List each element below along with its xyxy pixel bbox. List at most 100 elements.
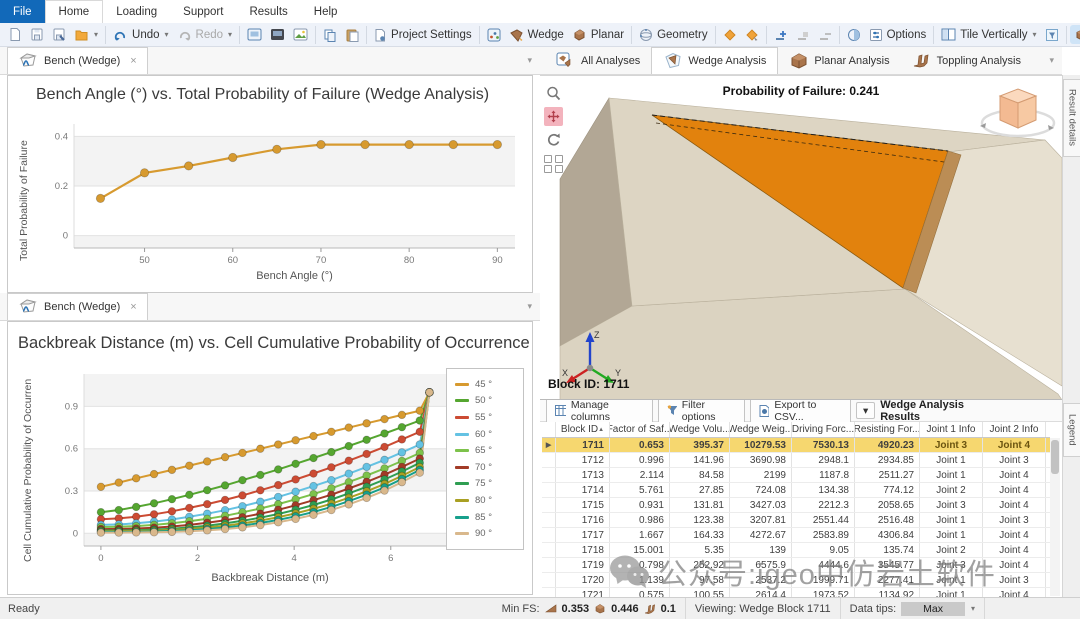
cell[interactable]: 1711: [556, 438, 610, 452]
view-corner-buttons[interactable]: [544, 155, 564, 173]
zoom-tool-button[interactable]: [544, 84, 563, 103]
export-options-chevron[interactable]: ▾: [856, 402, 875, 419]
data-tips-select[interactable]: Max: [901, 602, 965, 616]
cell[interactable]: 3690.98: [730, 453, 792, 467]
planar-button[interactable]: Planar: [568, 26, 628, 44]
cell[interactable]: 6575.9: [730, 558, 792, 572]
cell[interactable]: 1714: [556, 483, 610, 497]
cell[interactable]: 2614.4: [730, 588, 792, 597]
column-header-1[interactable]: Block ID ▲: [556, 422, 610, 437]
cell[interactable]: 724.08: [730, 483, 792, 497]
cell[interactable]: 4920.23: [855, 438, 920, 452]
cell[interactable]: Joint 2: [920, 483, 983, 497]
cell[interactable]: 4444.6: [792, 558, 855, 572]
table-row-1721[interactable]: 17210.575100.552614.41973.521134.92Joint…: [542, 588, 1050, 597]
cell[interactable]: 135.74: [855, 543, 920, 557]
tile-vertically-button[interactable]: Tile Vertically▾: [937, 26, 1040, 43]
wedge-button[interactable]: Wedge: [505, 26, 568, 44]
redo-button[interactable]: Redo▾: [173, 26, 237, 44]
cell[interactable]: 1720: [556, 573, 610, 587]
cell[interactable]: Joint 4: [983, 483, 1046, 497]
table-row-1715[interactable]: 17150.931131.813427.032212.32058.65Joint…: [542, 498, 1050, 513]
cell[interactable]: Joint 3: [920, 438, 983, 452]
table-row-1719[interactable]: 17190.798252.926575.94444.63545.77Joint …: [542, 558, 1050, 573]
add-joint-button[interactable]: [770, 26, 792, 44]
cell[interactable]: Joint 1: [920, 453, 983, 467]
chevron-down-icon[interactable]: ▾: [971, 604, 975, 613]
paste-button[interactable]: [341, 26, 363, 44]
cell[interactable]: 2583.89: [792, 528, 855, 542]
tab-planar-analysis[interactable]: Planar Analysis: [778, 47, 900, 74]
cell[interactable]: Joint 4: [983, 588, 1046, 597]
wedge-results-table[interactable]: Block ID ▲Factor of Saf...Wedge Volu...W…: [542, 422, 1050, 597]
table-row-1714[interactable]: 17145.76127.85724.08134.38774.12Joint 2J…: [542, 483, 1050, 498]
cell[interactable]: Joint 4: [983, 468, 1046, 482]
cell[interactable]: 27.85: [670, 483, 730, 497]
undo-button[interactable]: Undo▾: [109, 26, 173, 44]
column-header-8[interactable]: Joint 2 Info: [983, 422, 1046, 437]
table-row-1717[interactable]: 17171.667164.334272.672583.894306.84Join…: [542, 528, 1050, 543]
new-file-button[interactable]: [4, 25, 26, 44]
image-export-button[interactable]: [289, 26, 312, 43]
menu-home[interactable]: Home: [45, 0, 104, 23]
cell[interactable]: 141.96: [670, 453, 730, 467]
cell[interactable]: Joint 1: [920, 468, 983, 482]
legend-item[interactable]: 75 °: [455, 476, 515, 493]
cell[interactable]: 1134.92: [855, 588, 920, 597]
legend-item[interactable]: 55 °: [455, 409, 515, 426]
cell[interactable]: 5.35: [670, 543, 730, 557]
cell[interactable]: 2058.65: [855, 498, 920, 512]
cell[interactable]: 9.05: [792, 543, 855, 557]
cell[interactable]: 774.12: [855, 483, 920, 497]
close-icon[interactable]: ×: [130, 301, 136, 313]
project-settings-button[interactable]: Project Settings: [370, 26, 476, 44]
result-details-tab[interactable]: Result details: [1063, 79, 1080, 157]
scatter-analysis-button[interactable]: [483, 26, 505, 44]
cell[interactable]: 1999.71: [792, 573, 855, 587]
legend-item[interactable]: 45 °: [455, 376, 515, 393]
presentation-button[interactable]: [266, 26, 289, 43]
column-header-4[interactable]: Wedge Weig...: [730, 422, 792, 437]
chart2-plot[interactable]: 00.30.60.90246Backbreak Distance (m): [34, 364, 464, 586]
menu-help[interactable]: Help: [301, 0, 351, 23]
cell[interactable]: 131.81: [670, 498, 730, 512]
column-header-6[interactable]: Resisting For...: [855, 422, 920, 437]
cell[interactable]: 123.38: [670, 513, 730, 527]
screenshot-button[interactable]: [243, 26, 266, 43]
cell[interactable]: Joint 3: [920, 498, 983, 512]
cell[interactable]: Joint 4: [983, 498, 1046, 512]
cell[interactable]: 7530.13: [792, 438, 855, 452]
cell[interactable]: 1719: [556, 558, 610, 572]
legend-item[interactable]: 90 °: [455, 525, 515, 542]
cell[interactable]: 139: [730, 543, 792, 557]
column-header-3[interactable]: Wedge Volu...: [670, 422, 730, 437]
cell[interactable]: Joint 4: [983, 528, 1046, 542]
table-row-1712[interactable]: 17120.996141.963690.982948.12934.85Joint…: [542, 453, 1050, 468]
cell[interactable]: 15.001: [610, 543, 670, 557]
legend-item[interactable]: 80 °: [455, 492, 515, 509]
cell[interactable]: 0.996: [610, 453, 670, 467]
cell[interactable]: 0.798: [610, 558, 670, 572]
cell[interactable]: 2516.48: [855, 513, 920, 527]
cell[interactable]: 2212.3: [792, 498, 855, 512]
legend-item[interactable]: 85 °: [455, 509, 515, 526]
cell[interactable]: 1716: [556, 513, 610, 527]
cell[interactable]: 0.986: [610, 513, 670, 527]
cell[interactable]: 1.667: [610, 528, 670, 542]
cell[interactable]: 2948.1: [792, 453, 855, 467]
cell[interactable]: Joint 3: [920, 558, 983, 572]
cell[interactable]: Joint 3: [983, 453, 1046, 467]
joint-orientation-button[interactable]: [719, 26, 741, 44]
cell[interactable]: Joint 3: [983, 513, 1046, 527]
joint-edit-button[interactable]: [741, 26, 763, 44]
cell[interactable]: 2537.2: [730, 573, 792, 587]
recent-files-button[interactable]: ▾: [70, 25, 102, 44]
scrollbar-thumb[interactable]: [1051, 440, 1059, 474]
cell[interactable]: 3545.77: [855, 558, 920, 572]
cell[interactable]: 4272.67: [730, 528, 792, 542]
cell[interactable]: 3207.81: [730, 513, 792, 527]
cell[interactable]: 1721: [556, 588, 610, 597]
cell[interactable]: 1715: [556, 498, 610, 512]
cell[interactable]: 4306.84: [855, 528, 920, 542]
cell[interactable]: Joint 2: [920, 543, 983, 557]
